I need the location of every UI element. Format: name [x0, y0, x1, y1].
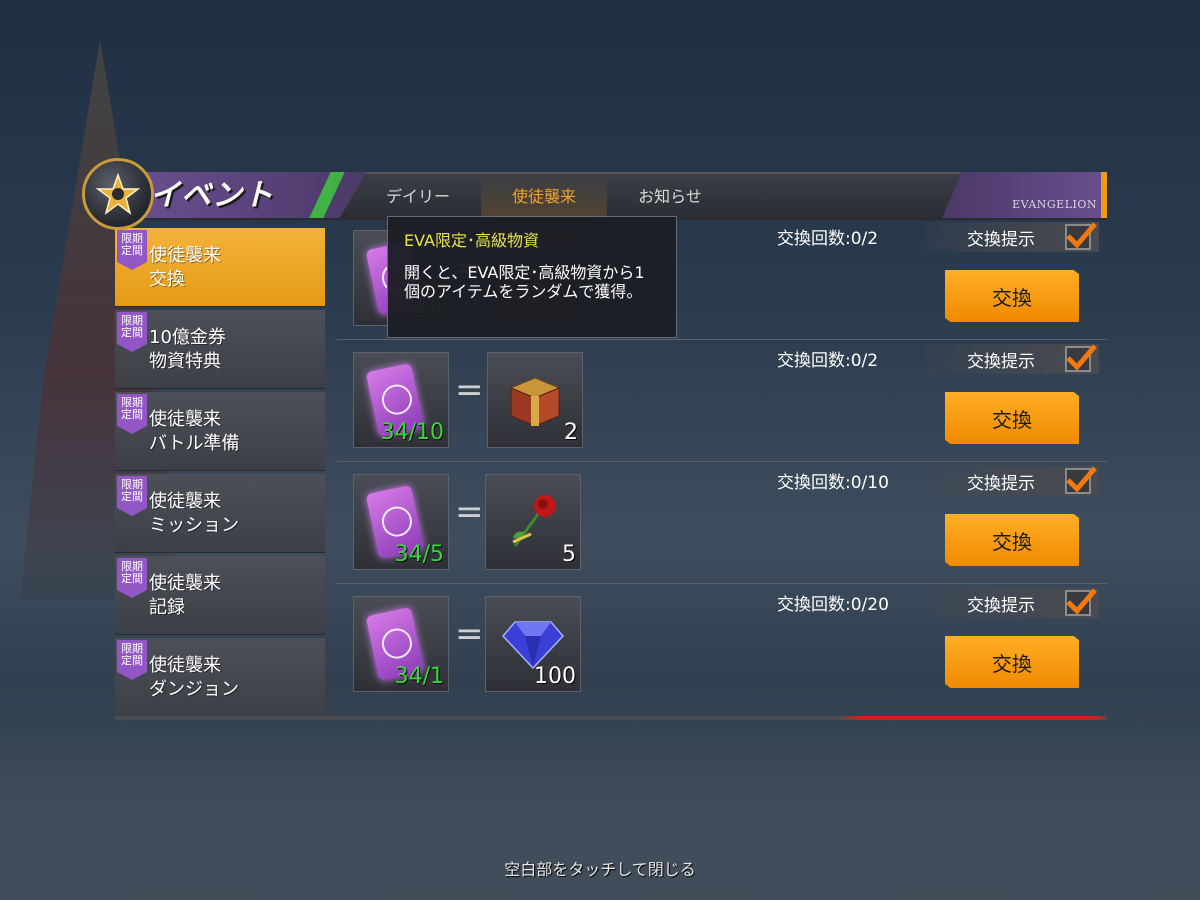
exchange-button[interactable]: 交換 [945, 392, 1079, 444]
exchange-button[interactable]: 交換 [945, 636, 1079, 688]
close-hint: 空白部をタッチして閉じる [504, 860, 696, 879]
hint-label: 交換提示 [967, 595, 1035, 616]
reward-item-slot[interactable]: 5 [485, 474, 581, 570]
limited-time-badge: 限期 定間 [117, 476, 147, 516]
limited-time-badge: 限期 定間 [117, 394, 147, 434]
tab-daily[interactable]: デイリー [355, 172, 481, 218]
exchange-button[interactable]: 交換 [945, 270, 1079, 322]
sidebar-item-label: 使徒襲来 交換 [149, 245, 221, 290]
hint-checkbox[interactable] [1065, 588, 1097, 616]
sidebar-item-label: 使徒襲来 ダンジョン [149, 655, 239, 700]
tab-label: 使徒襲来 [511, 187, 576, 206]
sidebar-item-dungeon[interactable]: 限期 定間 使徒襲来 ダンジョン [115, 638, 325, 717]
hint-checkbox[interactable] [1065, 466, 1097, 494]
hint-label: 交換提示 [967, 351, 1035, 372]
tab-label: デイリー [385, 187, 450, 206]
tooltip-title: EVA限定･高級物資 [404, 231, 539, 250]
reward-item-slot[interactable]: 100 [485, 596, 581, 692]
hint-checkbox[interactable] [1065, 222, 1097, 250]
reward-count: 2 [564, 420, 578, 445]
limited-time-badge: 限期 定間 [117, 640, 147, 680]
tab-bar: デイリー 使徒襲来 お知らせ [355, 172, 733, 218]
sidebar-item-mission[interactable]: 限期 定間 使徒襲来 ミッション [115, 474, 325, 553]
exchange-limit: 交換回数:0/2 [777, 351, 879, 371]
checkmark-icon [1066, 222, 1097, 249]
tooltip-description: 開くと、EVA限定･高級物資から1個のアイテムをランダムで獲得。 [404, 263, 645, 301]
sidebar-item-exchange[interactable]: 限期 定間 使徒襲来 交換 [115, 228, 325, 307]
cost-count: 34/5 [394, 542, 444, 567]
sidebar: 限期 定間 使徒襲来 交換 限期 定間 10億金券 物資特典 限期 定間 使徒襲来 バトル準… [115, 228, 329, 720]
header-orange-corner [1101, 172, 1107, 218]
exchange-hint-toggle[interactable]: 交換提示 [927, 588, 1099, 618]
cost-count: 34/10 [380, 420, 444, 445]
sidebar-item-label: 使徒襲来 バトル準備 [149, 409, 240, 454]
limited-time-badge: 限期 定間 [117, 230, 147, 270]
hint-label: 交換提示 [967, 473, 1035, 494]
sidebar-item-label: 使徒襲来 記録 [149, 573, 221, 618]
hint-label: 交換提示 [967, 229, 1035, 250]
checkmark-icon [1066, 588, 1097, 615]
header-accent-right: EVANGELION [942, 172, 1107, 218]
exchange-row: 34/10 = 2 交換回数:0/2 交換提示 交換 [337, 340, 1107, 462]
cost-count: 34/1 [394, 664, 444, 689]
exchange-hint-toggle[interactable]: 交換提示 [927, 222, 1099, 252]
cost-item-slot[interactable]: 34/1 [353, 596, 449, 692]
equals-sign: = [455, 370, 484, 410]
exchange-button[interactable]: 交換 [945, 514, 1079, 566]
checkmark-icon [1066, 344, 1097, 371]
reward-item-slot[interactable]: 2 [487, 352, 583, 448]
event-emblem-icon [82, 158, 154, 230]
sidebar-item-battle-prep[interactable]: 限期 定間 使徒襲来 バトル準備 [115, 392, 325, 471]
equals-sign: = [455, 614, 484, 654]
limited-time-badge: 限期 定間 [117, 558, 147, 598]
exchange-row: 34/5 = 5 交換回数:0/10 交換提示 交換 [337, 462, 1107, 584]
cost-item-slot[interactable]: 34/10 [353, 352, 449, 448]
exchange-row: 34/1 = 100 交換回数:0/20 交換提示 交換 [337, 584, 1107, 705]
evangelion-logo: EVANGELION [1012, 198, 1097, 211]
reward-count: 100 [534, 664, 576, 689]
exchange-hint-toggle[interactable]: 交換提示 [927, 466, 1099, 496]
reward-count: 5 [562, 542, 576, 567]
item-tooltip: EVA限定･高級物資 開くと、EVA限定･高級物資から1個のアイテムをランダムで… [387, 216, 677, 338]
exchange-limit: 交換回数:0/2 [777, 229, 879, 249]
sidebar-item-gold-ticket[interactable]: 限期 定間 10億金券 物資特典 [115, 310, 325, 389]
exchange-limit: 交換回数:0/20 [777, 595, 889, 615]
tab-angel-attack[interactable]: 使徒襲来 [481, 172, 607, 218]
panel-bottom-bar [115, 716, 1107, 720]
tab-notice[interactable]: お知らせ [607, 172, 733, 218]
sidebar-item-label: 使徒襲来 ミッション [149, 491, 239, 536]
equals-sign: = [455, 492, 484, 532]
checkmark-icon [1066, 466, 1097, 493]
cost-item-slot[interactable]: 34/5 [353, 474, 449, 570]
sidebar-item-label: 10億金券 物資特典 [149, 327, 226, 372]
sidebar-item-record[interactable]: 限期 定間 使徒襲来 記録 [115, 556, 325, 635]
exchange-hint-toggle[interactable]: 交換提示 [927, 344, 1099, 374]
limited-time-badge: 限期 定間 [117, 312, 147, 352]
tab-label: お知らせ [638, 187, 702, 206]
hint-checkbox[interactable] [1065, 344, 1097, 372]
event-title: イベント [150, 178, 274, 213]
exchange-limit: 交換回数:0/10 [777, 473, 889, 493]
